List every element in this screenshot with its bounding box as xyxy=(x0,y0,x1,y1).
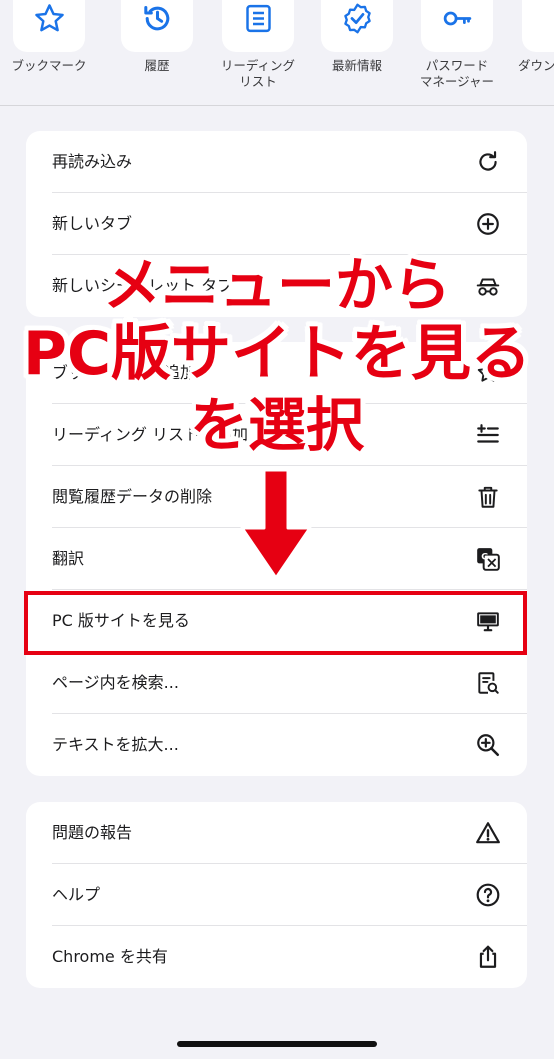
menu-item-label: Chrome を共有 xyxy=(52,947,168,966)
menu-item-label: 閲覧履歴データの削除 xyxy=(52,487,213,506)
menu-item-label: ヘルプ xyxy=(52,885,101,904)
menu-section-3: 問題の報告 ヘルプ Chrome を共有 xyxy=(26,802,527,988)
reading-list-icon xyxy=(246,4,271,33)
quick-action-label: パスワード マネージャー xyxy=(419,58,495,89)
history-icon xyxy=(144,5,170,31)
menu-item-reload[interactable]: 再読み込み xyxy=(26,131,527,193)
menu-item-zoom-text[interactable]: テキストを拡大... xyxy=(26,714,527,776)
menu-item-label: 新しいタブ xyxy=(52,214,133,233)
badge-check-icon xyxy=(344,3,371,34)
highlight-frame xyxy=(24,591,527,655)
menu-item-label: 問題の報告 xyxy=(52,823,133,842)
reload-icon xyxy=(475,149,501,175)
trash-icon xyxy=(475,484,501,510)
plus-circle-icon xyxy=(475,211,501,237)
menu-item-label: 翻訳 xyxy=(52,549,85,568)
menu-item-report-issue[interactable]: 問題の報告 xyxy=(26,802,527,864)
quick-actions-row: ブックマーク 履歴 リーディング リスト 最新情報 パスワード マネージャー ダ… xyxy=(0,0,554,106)
down-arrow-icon xyxy=(240,468,312,580)
menu-item-help[interactable]: ヘルプ xyxy=(26,864,527,926)
annotation-line-3: を選択 xyxy=(189,391,364,459)
menu-item-label: テキストを拡大... xyxy=(52,735,179,754)
zoom-in-icon xyxy=(475,732,501,758)
translate-icon: G xyxy=(475,546,501,572)
menu-item-label: 再読み込み xyxy=(52,152,133,171)
share-icon xyxy=(475,944,501,970)
menu-item-find-in-page[interactable]: ページ内を検索... xyxy=(26,652,527,714)
menu-item-new-tab[interactable]: 新しいタブ xyxy=(26,193,527,255)
svg-text:G: G xyxy=(481,553,488,563)
menu-item-label: ページ内を検索... xyxy=(52,673,179,692)
menu-item-share-chrome[interactable]: Chrome を共有 xyxy=(26,926,527,988)
star-icon xyxy=(35,4,64,32)
find-in-page-icon xyxy=(475,670,501,696)
quick-action-label: ブックマーク xyxy=(11,58,87,73)
quick-action-label: ダウン xyxy=(518,58,554,73)
annotation-line-1: メニューから xyxy=(102,251,451,319)
quick-action-label: 最新情報 xyxy=(331,58,382,73)
quick-action-label: 履歴 xyxy=(144,58,170,73)
key-icon xyxy=(443,11,472,26)
warning-icon xyxy=(475,820,501,846)
help-icon xyxy=(475,882,501,908)
home-indicator xyxy=(177,1041,377,1047)
quick-action-label: リーディング リスト xyxy=(220,58,296,89)
annotation-line-2: PC版サイトを見る xyxy=(22,319,531,389)
